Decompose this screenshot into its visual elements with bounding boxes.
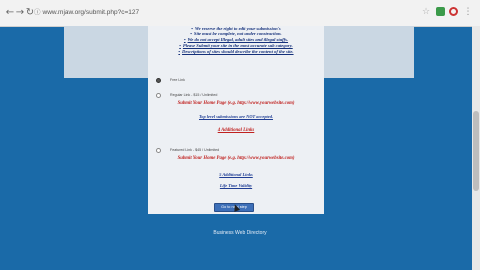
featured-additional-links[interactable]: 5 Additional Links	[148, 172, 324, 177]
info-icon[interactable]: ⓘ	[34, 9, 41, 16]
address-bar[interactable]: ⓘ www.mjaw.org/submit.php?c=127	[34, 6, 154, 20]
url-text: www.mjaw.org/submit.php?c=127	[42, 9, 140, 16]
menu-icon[interactable]: ⋮	[462, 6, 474, 18]
featured-link-label: Featured Link - $45 / Unlimited	[170, 148, 220, 152]
regular-submit-hint: Submit Your Home Page (e.g. http://www.y…	[177, 101, 295, 106]
extension-green-icon[interactable]	[436, 7, 445, 16]
scrollbar-thumb[interactable]	[473, 111, 479, 191]
rule-item: Please Submit your site in the most accu…	[148, 43, 324, 48]
page-scrollbar[interactable]	[472, 26, 480, 270]
featured-link-radio[interactable]	[156, 148, 161, 153]
regular-link-label: Regular Link - $15 / Unlimited	[170, 93, 218, 97]
rule-item: Site must be complete, not under constru…	[148, 31, 324, 36]
featured-validity: Life Time Validity	[219, 183, 253, 188]
rule-item: Descriptions of sites should describe th…	[148, 49, 324, 54]
regular-additional-links[interactable]: 4 Additional Links	[148, 128, 324, 133]
regular-note: Top level submissions are NOT accepted.	[199, 114, 273, 119]
extension-red-icon[interactable]	[449, 7, 458, 16]
bookmark-star-icon[interactable]: ☆	[420, 6, 432, 18]
footer-link[interactable]: Business Web Directory	[0, 230, 480, 236]
free-link-radio[interactable]	[156, 78, 161, 83]
featured-submit-hint: Submit Your Home Page (e.g. http://www.y…	[177, 156, 295, 161]
extension-icons: ☆ ⋮	[420, 6, 474, 20]
rule-item: We do not accept Illegal, adult sites an…	[148, 37, 324, 42]
regular-link-radio[interactable]	[156, 93, 161, 98]
free-link-label: Free Link	[170, 78, 185, 82]
submission-form: We reserve the right to edit your submis…	[148, 26, 324, 214]
browser-toolbar: ← → ↻ ⓘ www.mjaw.org/submit.php?c=127 ☆ ⋮	[0, 0, 480, 27]
